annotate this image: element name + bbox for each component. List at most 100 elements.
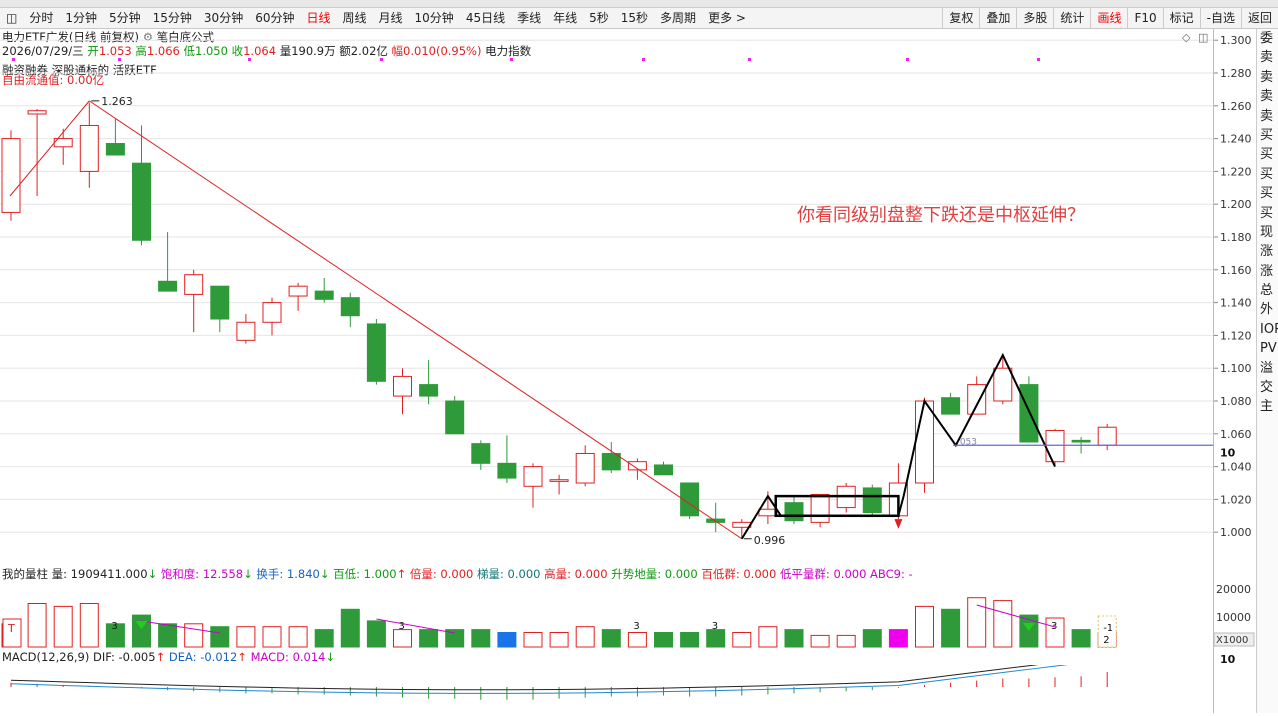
toolbar-button-5[interactable]: F10 <box>1127 8 1162 28</box>
candle <box>1045 430 1065 463</box>
candle <box>549 479 569 482</box>
side-panel-item-4[interactable]: 卖 <box>1257 107 1278 126</box>
volume-axis-label: 10000 <box>1216 611 1251 624</box>
candle <box>1097 426 1117 446</box>
axis-label: 1.060 <box>1220 428 1252 441</box>
volume-bar <box>706 629 726 648</box>
period-tab-3[interactable]: 15分钟 <box>147 8 198 28</box>
toolbar-button-4[interactable]: 画线 <box>1090 8 1127 28</box>
volume-chart[interactable]: T 3 3 3 3 3 -12 <box>0 583 1213 649</box>
marker-dot <box>510 58 513 61</box>
side-panel-item-14[interactable]: 外 <box>1257 300 1278 319</box>
window-title-bar <box>0 0 1278 8</box>
axis-label: 1.020 <box>1220 493 1252 506</box>
axis-label: 1.180 <box>1220 231 1252 244</box>
volume-unit: X1000 <box>1216 635 1248 646</box>
period-tab-6[interactable]: 日线 <box>300 8 336 28</box>
trend-line <box>9 100 90 197</box>
toolbar-button-8[interactable]: 返回 <box>1240 8 1278 28</box>
side-panel-item-0[interactable]: 委 <box>1257 29 1278 48</box>
volume-bar <box>366 620 386 648</box>
period-tab-14[interactable]: 15秒 <box>615 8 654 28</box>
period-tab-4[interactable]: 30分钟 <box>198 8 249 28</box>
macd-chart[interactable] <box>0 665 1213 713</box>
volume-panel-name[interactable]: 我的量柱 <box>2 567 48 581</box>
volume-mark: 3 <box>712 621 718 632</box>
period-tab-2[interactable]: 5分钟 <box>103 8 147 28</box>
period-tab-13[interactable]: 5秒 <box>583 8 615 28</box>
side-panel-item-18[interactable]: 交 <box>1257 378 1278 397</box>
candle <box>758 508 778 517</box>
candle <box>366 323 386 382</box>
volume-bar <box>575 626 595 648</box>
right-mark: -1 <box>1103 623 1113 634</box>
axis-label: 1.240 <box>1220 133 1252 146</box>
period-tab-7[interactable]: 周线 <box>337 8 373 28</box>
axis-label: 1.100 <box>1220 362 1252 375</box>
side-panel-item-1[interactable]: 卖 <box>1257 48 1278 67</box>
toolbar-button-6[interactable]: 标记 <box>1162 8 1200 28</box>
period-tab-11[interactable]: 季线 <box>511 8 547 28</box>
volume-bar <box>471 629 491 648</box>
side-panel-item-19[interactable]: 主 <box>1257 397 1278 416</box>
period-tab-16[interactable]: 更多 > <box>702 8 752 28</box>
side-panel-item-2[interactable]: 卖 <box>1257 68 1278 87</box>
toolbar-button-0[interactable]: 复权 <box>942 8 979 28</box>
side-panel-item-12[interactable]: 涨 <box>1257 262 1278 281</box>
period-tab-0[interactable]: 分时 <box>23 8 59 28</box>
candle <box>915 400 934 484</box>
side-panel-item-9[interactable]: 买 <box>1257 204 1278 223</box>
candle <box>732 521 752 528</box>
axis-label: 1.300 <box>1220 34 1252 47</box>
period-tab-5[interactable]: 60分钟 <box>249 8 300 28</box>
axis-label: 1.260 <box>1220 100 1252 113</box>
volume-mark: 3 <box>633 621 639 632</box>
candle <box>158 280 178 292</box>
line-label: 053 <box>960 437 977 447</box>
volume-bar <box>53 605 73 648</box>
period-tabs: 分时 1分钟 5分钟 15分钟 30分钟 60分钟 日线 周线 月线 10分钟 45日线 季线 年线 5秒… <box>23 8 752 28</box>
volume-bar <box>288 626 308 648</box>
trend-line <box>89 100 743 540</box>
side-panel-item-15[interactable]: IOP <box>1257 320 1278 339</box>
candle <box>132 162 151 241</box>
period-tab-1[interactable]: 1分钟 <box>59 8 103 28</box>
candle <box>79 124 99 172</box>
volume-bar <box>158 623 178 648</box>
side-panel-item-8[interactable]: 买 <box>1257 184 1278 203</box>
kline-chart[interactable]: 1.263 0.996 053 你看同级别盘整下跌还是中枢延伸？ ◇ ◫ <box>0 29 1213 565</box>
side-panel-item-17[interactable]: 溢 <box>1257 359 1278 378</box>
candle <box>1019 384 1039 443</box>
volume-bar <box>549 632 569 648</box>
period-tab-8[interactable]: 月线 <box>373 8 409 28</box>
side-panel-item-16[interactable]: PV <box>1257 339 1278 358</box>
period-tab-10[interactable]: 45日线 <box>460 8 511 28</box>
volume-bar <box>419 629 439 648</box>
side-panel-item-3[interactable]: 卖 <box>1257 87 1278 106</box>
toolbar-button-3[interactable]: 统计 <box>1053 8 1090 28</box>
sidebar-toggle-icon[interactable]: ◫ <box>0 8 23 28</box>
candle <box>1071 439 1091 443</box>
volume-panel-title: 我的量柱 量: 1909411.000↓ 饱和度: 12.558↓ 换手: 1.… <box>2 567 913 581</box>
period-tab-12[interactable]: 年线 <box>547 8 583 28</box>
side-panel-item-10[interactable]: 现 <box>1257 223 1278 242</box>
side-panel-item-7[interactable]: 买 <box>1257 165 1278 184</box>
period-tab-9[interactable]: 10分钟 <box>409 8 460 28</box>
toolbar-button-1[interactable]: 叠加 <box>979 8 1016 28</box>
candle <box>1 138 21 213</box>
toolbar-button-7[interactable]: -自选 <box>1199 8 1241 28</box>
volume-bar <box>79 603 99 648</box>
period-tab-15[interactable]: 多周期 <box>654 8 702 28</box>
axis-label: 1.080 <box>1220 395 1252 408</box>
side-panel-item-5[interactable]: 买 <box>1257 126 1278 145</box>
up-arrow-icon <box>894 519 903 529</box>
toolbar-button-2[interactable]: 多股 <box>1016 8 1053 28</box>
axis-label: 1.280 <box>1220 67 1252 80</box>
side-panel-item-11[interactable]: 涨 <box>1257 242 1278 261</box>
side-panel-item-13[interactable]: 总 <box>1257 281 1278 300</box>
period-toolbar: ◫ 分时 1分钟 5分钟 15分钟 30分钟 60分钟 日线 周线 月线 10分钟 45日线 季线 年线… <box>0 8 1278 29</box>
candle <box>262 302 282 323</box>
volume-line <box>141 620 220 634</box>
side-panel-item-6[interactable]: 买 <box>1257 145 1278 164</box>
macd-panel-name[interactable]: MACD(12,26,9) <box>2 650 89 664</box>
